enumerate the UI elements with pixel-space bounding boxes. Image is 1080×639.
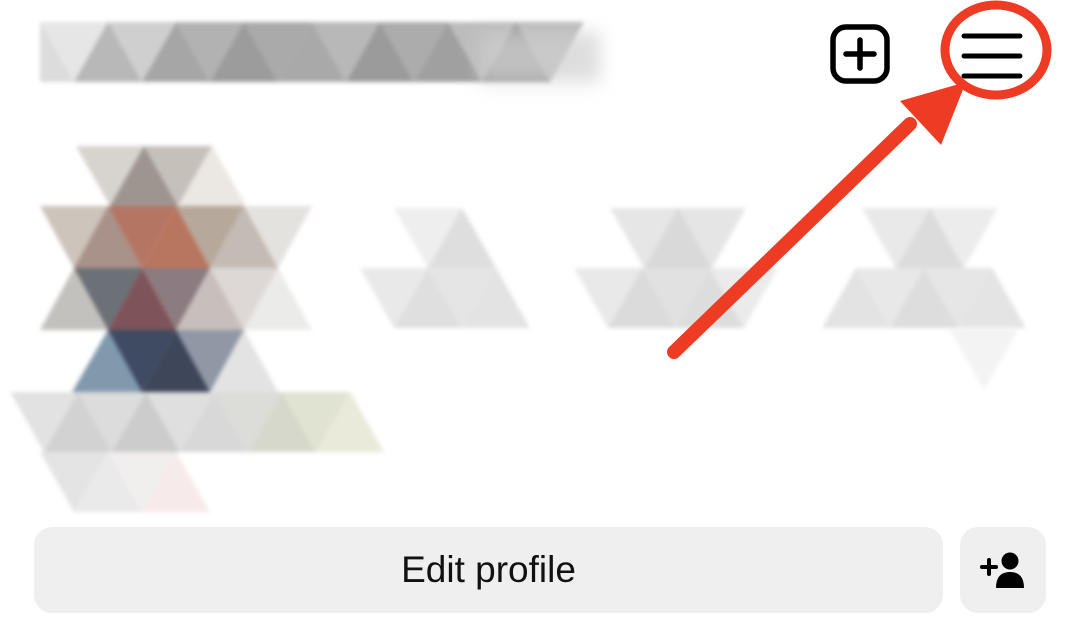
- edit-profile-button[interactable]: Edit profile: [34, 527, 943, 613]
- profile-screen: Edit profile: [0, 0, 1080, 639]
- discover-people-button[interactable]: [960, 527, 1046, 613]
- new-post-button[interactable]: [826, 20, 894, 88]
- plus-square-icon: [830, 24, 890, 84]
- menu-button[interactable]: [950, 12, 1034, 96]
- hamburger-menu-icon: [961, 33, 1023, 79]
- add-person-icon: [980, 552, 1024, 588]
